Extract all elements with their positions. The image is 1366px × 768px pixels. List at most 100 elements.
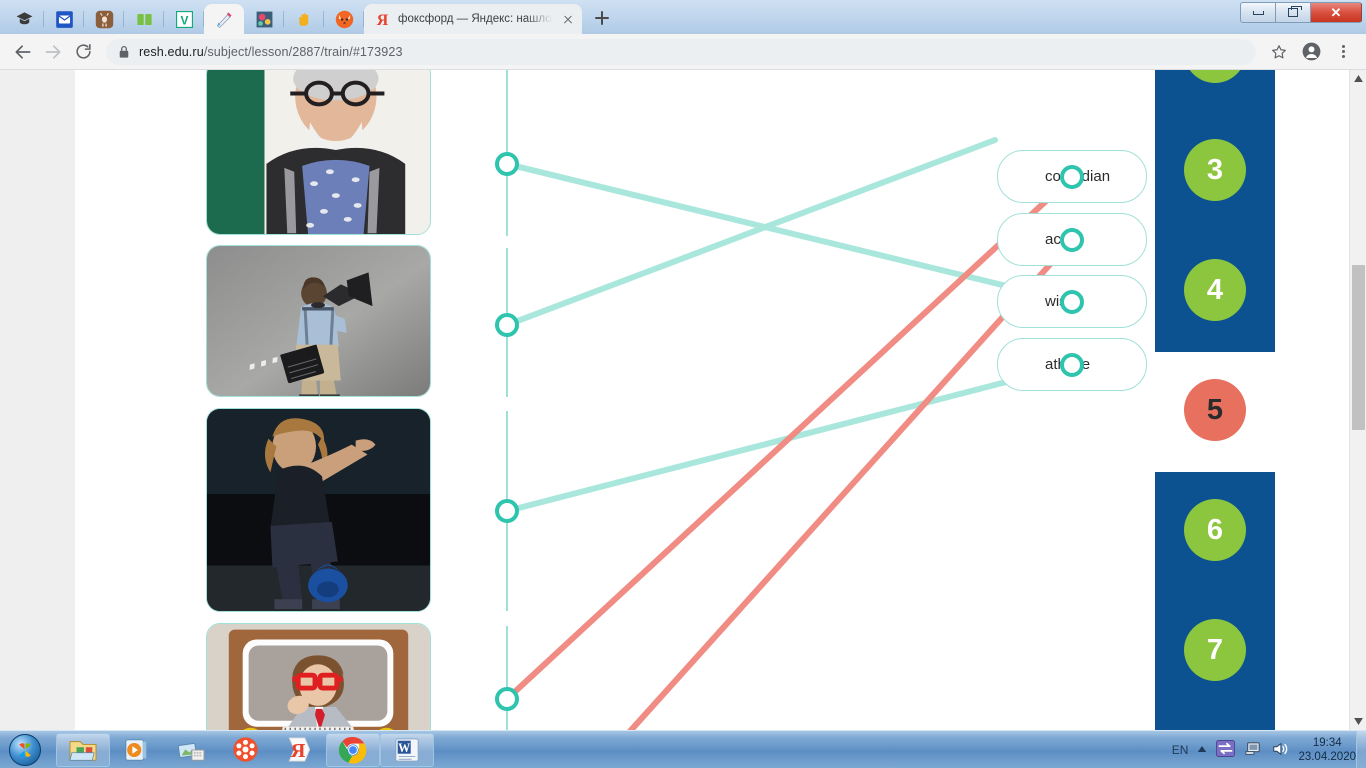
network-sync-icon[interactable] xyxy=(1216,740,1236,760)
left-connector-4[interactable] xyxy=(495,687,519,711)
speaker-icon xyxy=(1273,742,1288,755)
bookmark-button[interactable] xyxy=(1264,37,1294,67)
forward-arrow-icon xyxy=(45,44,61,59)
svg-text:V: V xyxy=(180,13,188,27)
window-controls: ✕ xyxy=(1240,2,1362,23)
svg-text:Я: Я xyxy=(291,740,306,762)
language-indicator[interactable]: EN xyxy=(1172,743,1189,757)
avatar-icon xyxy=(1302,42,1320,61)
taskbar-photo-gallery[interactable] xyxy=(164,733,218,767)
tab-strip: V Я фоксфорд — Яндекс: нашло xyxy=(0,0,616,34)
green-book-favicon xyxy=(136,13,152,25)
taskbar-windows-explorer[interactable] xyxy=(56,732,110,767)
letter-v-favicon: V xyxy=(175,10,193,28)
scrollbar-thumb[interactable] xyxy=(1352,265,1365,430)
browser-toolbar: resh.edu.ru/subject/lesson/2887/train/#1… xyxy=(0,34,1366,70)
yandex-favicon: Я xyxy=(377,12,389,29)
close-button[interactable]: ✕ xyxy=(1310,2,1362,23)
nav-step-5-label: 5 xyxy=(1206,393,1224,426)
start-button[interactable] xyxy=(2,732,48,768)
pinned-tab-letter-v[interactable]: V xyxy=(164,4,204,34)
chrome-icon xyxy=(339,736,367,764)
page-viewport: comedian actor wise athlete xyxy=(0,70,1366,730)
windows-logo-icon xyxy=(9,733,41,766)
word-icon: W xyxy=(395,737,419,762)
reload-button[interactable] xyxy=(68,37,98,67)
nav-step-7-label: 7 xyxy=(1206,633,1224,666)
url-path: /subject/lesson/2887/train/#173923 xyxy=(203,44,403,59)
left-connector-2[interactable] xyxy=(495,313,519,337)
new-tab-button[interactable] xyxy=(588,4,616,32)
folder-icon xyxy=(69,740,97,761)
matching-exercise: comedian actor wise athlete xyxy=(75,70,1155,730)
connection-5 xyxy=(627,237,1075,730)
nav-step-3[interactable]: 3 xyxy=(1184,139,1246,201)
nav-step-4[interactable]: 4 xyxy=(1184,259,1246,321)
fox-favicon xyxy=(335,10,353,28)
media-player-icon xyxy=(125,738,147,761)
connection-lines xyxy=(504,137,1075,730)
pinned-tab-fox[interactable] xyxy=(324,4,364,34)
right-connector-wise[interactable] xyxy=(1060,290,1084,314)
minimize-button[interactable] xyxy=(1240,2,1275,23)
photo-collage-favicon xyxy=(256,11,272,27)
windows-flag-icon xyxy=(19,742,31,757)
active-browser-tab[interactable]: Я фоксфорд — Яндекс: нашлось 7 xyxy=(364,4,582,34)
tab-title: фоксфорд — Яндекс: нашлось 7 xyxy=(398,13,554,25)
tab-close-icon[interactable] xyxy=(560,11,576,27)
connection-4 xyxy=(504,174,1075,702)
chevron-up-icon xyxy=(1198,746,1207,752)
left-connector-1[interactable] xyxy=(495,152,519,176)
pinned-tab-photo-collage[interactable] xyxy=(244,4,284,34)
nav-step-6[interactable]: 6 xyxy=(1184,499,1246,561)
pinned-tab-paint[interactable] xyxy=(204,4,244,34)
deer-favicon xyxy=(95,10,113,28)
scrollbar-down-button[interactable] xyxy=(1350,713,1366,730)
svg-text:W: W xyxy=(398,740,410,754)
show-desktop-button[interactable] xyxy=(1356,731,1366,768)
network-icon[interactable] xyxy=(1244,741,1262,760)
show-hidden-icons-button[interactable] xyxy=(1197,744,1207,756)
scrollbar-up-button[interactable] xyxy=(1350,70,1366,87)
pinned-tab-graduate-cap[interactable] xyxy=(4,4,44,34)
chrome-menu-button[interactable] xyxy=(1328,37,1358,67)
url-host: resh.edu.ru xyxy=(139,44,204,59)
lock-icon xyxy=(119,45,129,58)
page-scrollbar[interactable] xyxy=(1349,70,1366,730)
nav-step-7[interactable]: 7 xyxy=(1184,619,1246,681)
url-text: resh.edu.ru/subject/lesson/2887/train/#1… xyxy=(139,45,403,59)
taskbar-google-chrome[interactable] xyxy=(326,732,380,767)
nav-step-6-label: 6 xyxy=(1206,513,1224,546)
taskbar-items: Я W xyxy=(56,732,434,767)
left-connector-3[interactable] xyxy=(495,499,519,523)
back-button[interactable] xyxy=(8,37,38,67)
nav-step-3-label: 3 xyxy=(1206,153,1224,186)
restore-button[interactable] xyxy=(1275,2,1310,23)
graduate-cap-favicon xyxy=(16,11,32,24)
taskbar-kmplayer[interactable] xyxy=(218,733,272,767)
pinned-tab-hand[interactable] xyxy=(284,4,324,34)
pinned-tab-deer[interactable] xyxy=(84,4,124,34)
star-icon xyxy=(1272,44,1286,58)
right-connector-comedian[interactable] xyxy=(1060,165,1084,189)
monitor-network-icon xyxy=(1245,741,1261,755)
forward-button[interactable] xyxy=(38,37,68,67)
film-reel-icon xyxy=(232,737,258,762)
taskbar-microsoft-word[interactable]: W xyxy=(380,732,434,767)
pinned-tab-mail[interactable] xyxy=(44,4,84,34)
clock[interactable]: 19:34 23.04.2020 xyxy=(1298,736,1356,765)
taskbar-windows-media-player[interactable] xyxy=(110,733,164,767)
system-tray: EN 19:34 23.04.2020 xyxy=(1172,731,1366,768)
profile-button[interactable] xyxy=(1296,37,1326,67)
pinned-tab-green-book[interactable] xyxy=(124,4,164,34)
lesson-page: comedian actor wise athlete xyxy=(75,70,1349,730)
taskbar-yandex-browser[interactable]: Я xyxy=(272,733,326,767)
right-connector-actor[interactable] xyxy=(1060,228,1084,252)
volume-icon[interactable] xyxy=(1271,741,1289,760)
right-connector-athlete[interactable] xyxy=(1060,353,1084,377)
address-bar[interactable]: resh.edu.ru/subject/lesson/2887/train/#1… xyxy=(106,38,1256,65)
yandex-icon: Я xyxy=(288,737,311,762)
photo-gallery-icon xyxy=(177,742,205,761)
clock-date: 23.04.2020 xyxy=(1298,751,1356,763)
nav-step-5[interactable]: 5 xyxy=(1184,379,1246,441)
